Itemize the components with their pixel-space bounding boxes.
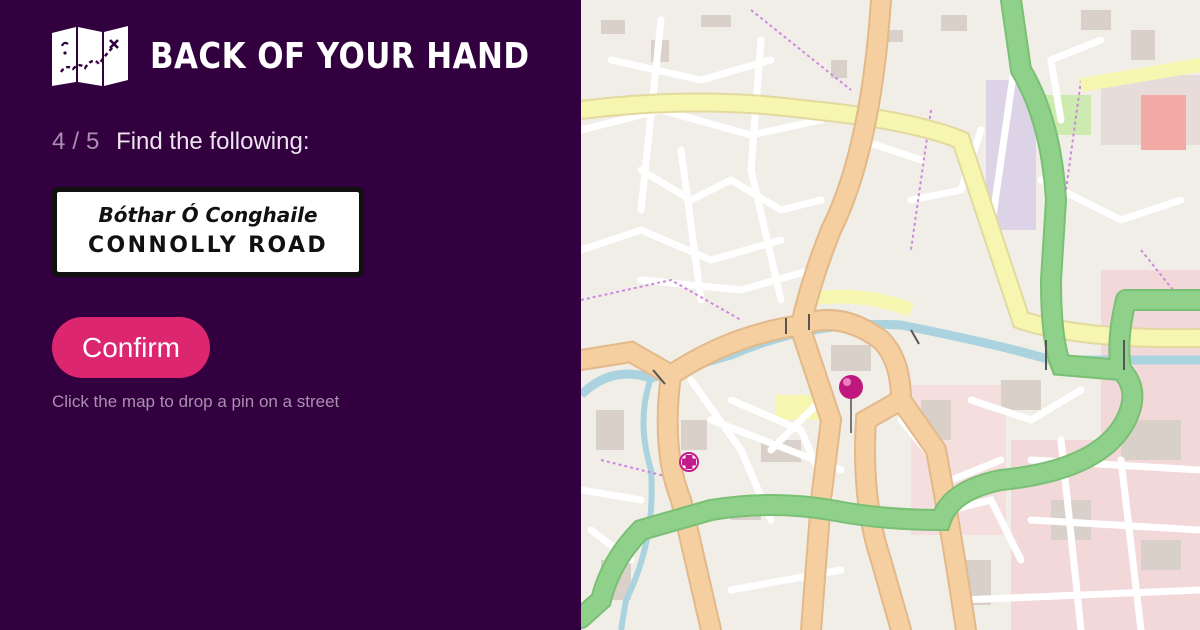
hint-text: Click the map to drop a pin on a street <box>52 392 340 411</box>
treasure-map-icon <box>52 26 128 86</box>
street-name-english: CONNOLLY ROAD <box>87 233 329 258</box>
side-panel: BACK OF YOUR HAND 4/5 Find the following… <box>0 0 581 630</box>
progress-indicator: 4/5 <box>52 128 99 155</box>
progress-current: 4 <box>52 128 66 155</box>
pharmacy-cross-icon[interactable] <box>679 452 699 472</box>
map-building-red <box>1141 95 1186 150</box>
confirm-button[interactable]: Confirm <box>52 317 210 378</box>
prompt-label: Find the following: <box>116 128 310 155</box>
street-sign-face: Bóthar Ó Conghaile CONNOLLY ROAD <box>57 192 359 272</box>
street-name-irish: Bóthar Ó Conghaile <box>98 203 318 227</box>
street-map[interactable] <box>581 0 1200 630</box>
street-sign: Bóthar Ó Conghaile CONNOLLY ROAD <box>52 187 364 277</box>
question-prompt: 4/5 Find the following: <box>52 128 310 156</box>
progress-separator: / <box>72 128 80 155</box>
brand-header: BACK OF YOUR HAND <box>52 26 591 86</box>
app-title: BACK OF YOUR HAND <box>150 35 530 77</box>
progress-total: 5 <box>86 128 100 155</box>
map-canvas[interactable] <box>581 0 1200 630</box>
